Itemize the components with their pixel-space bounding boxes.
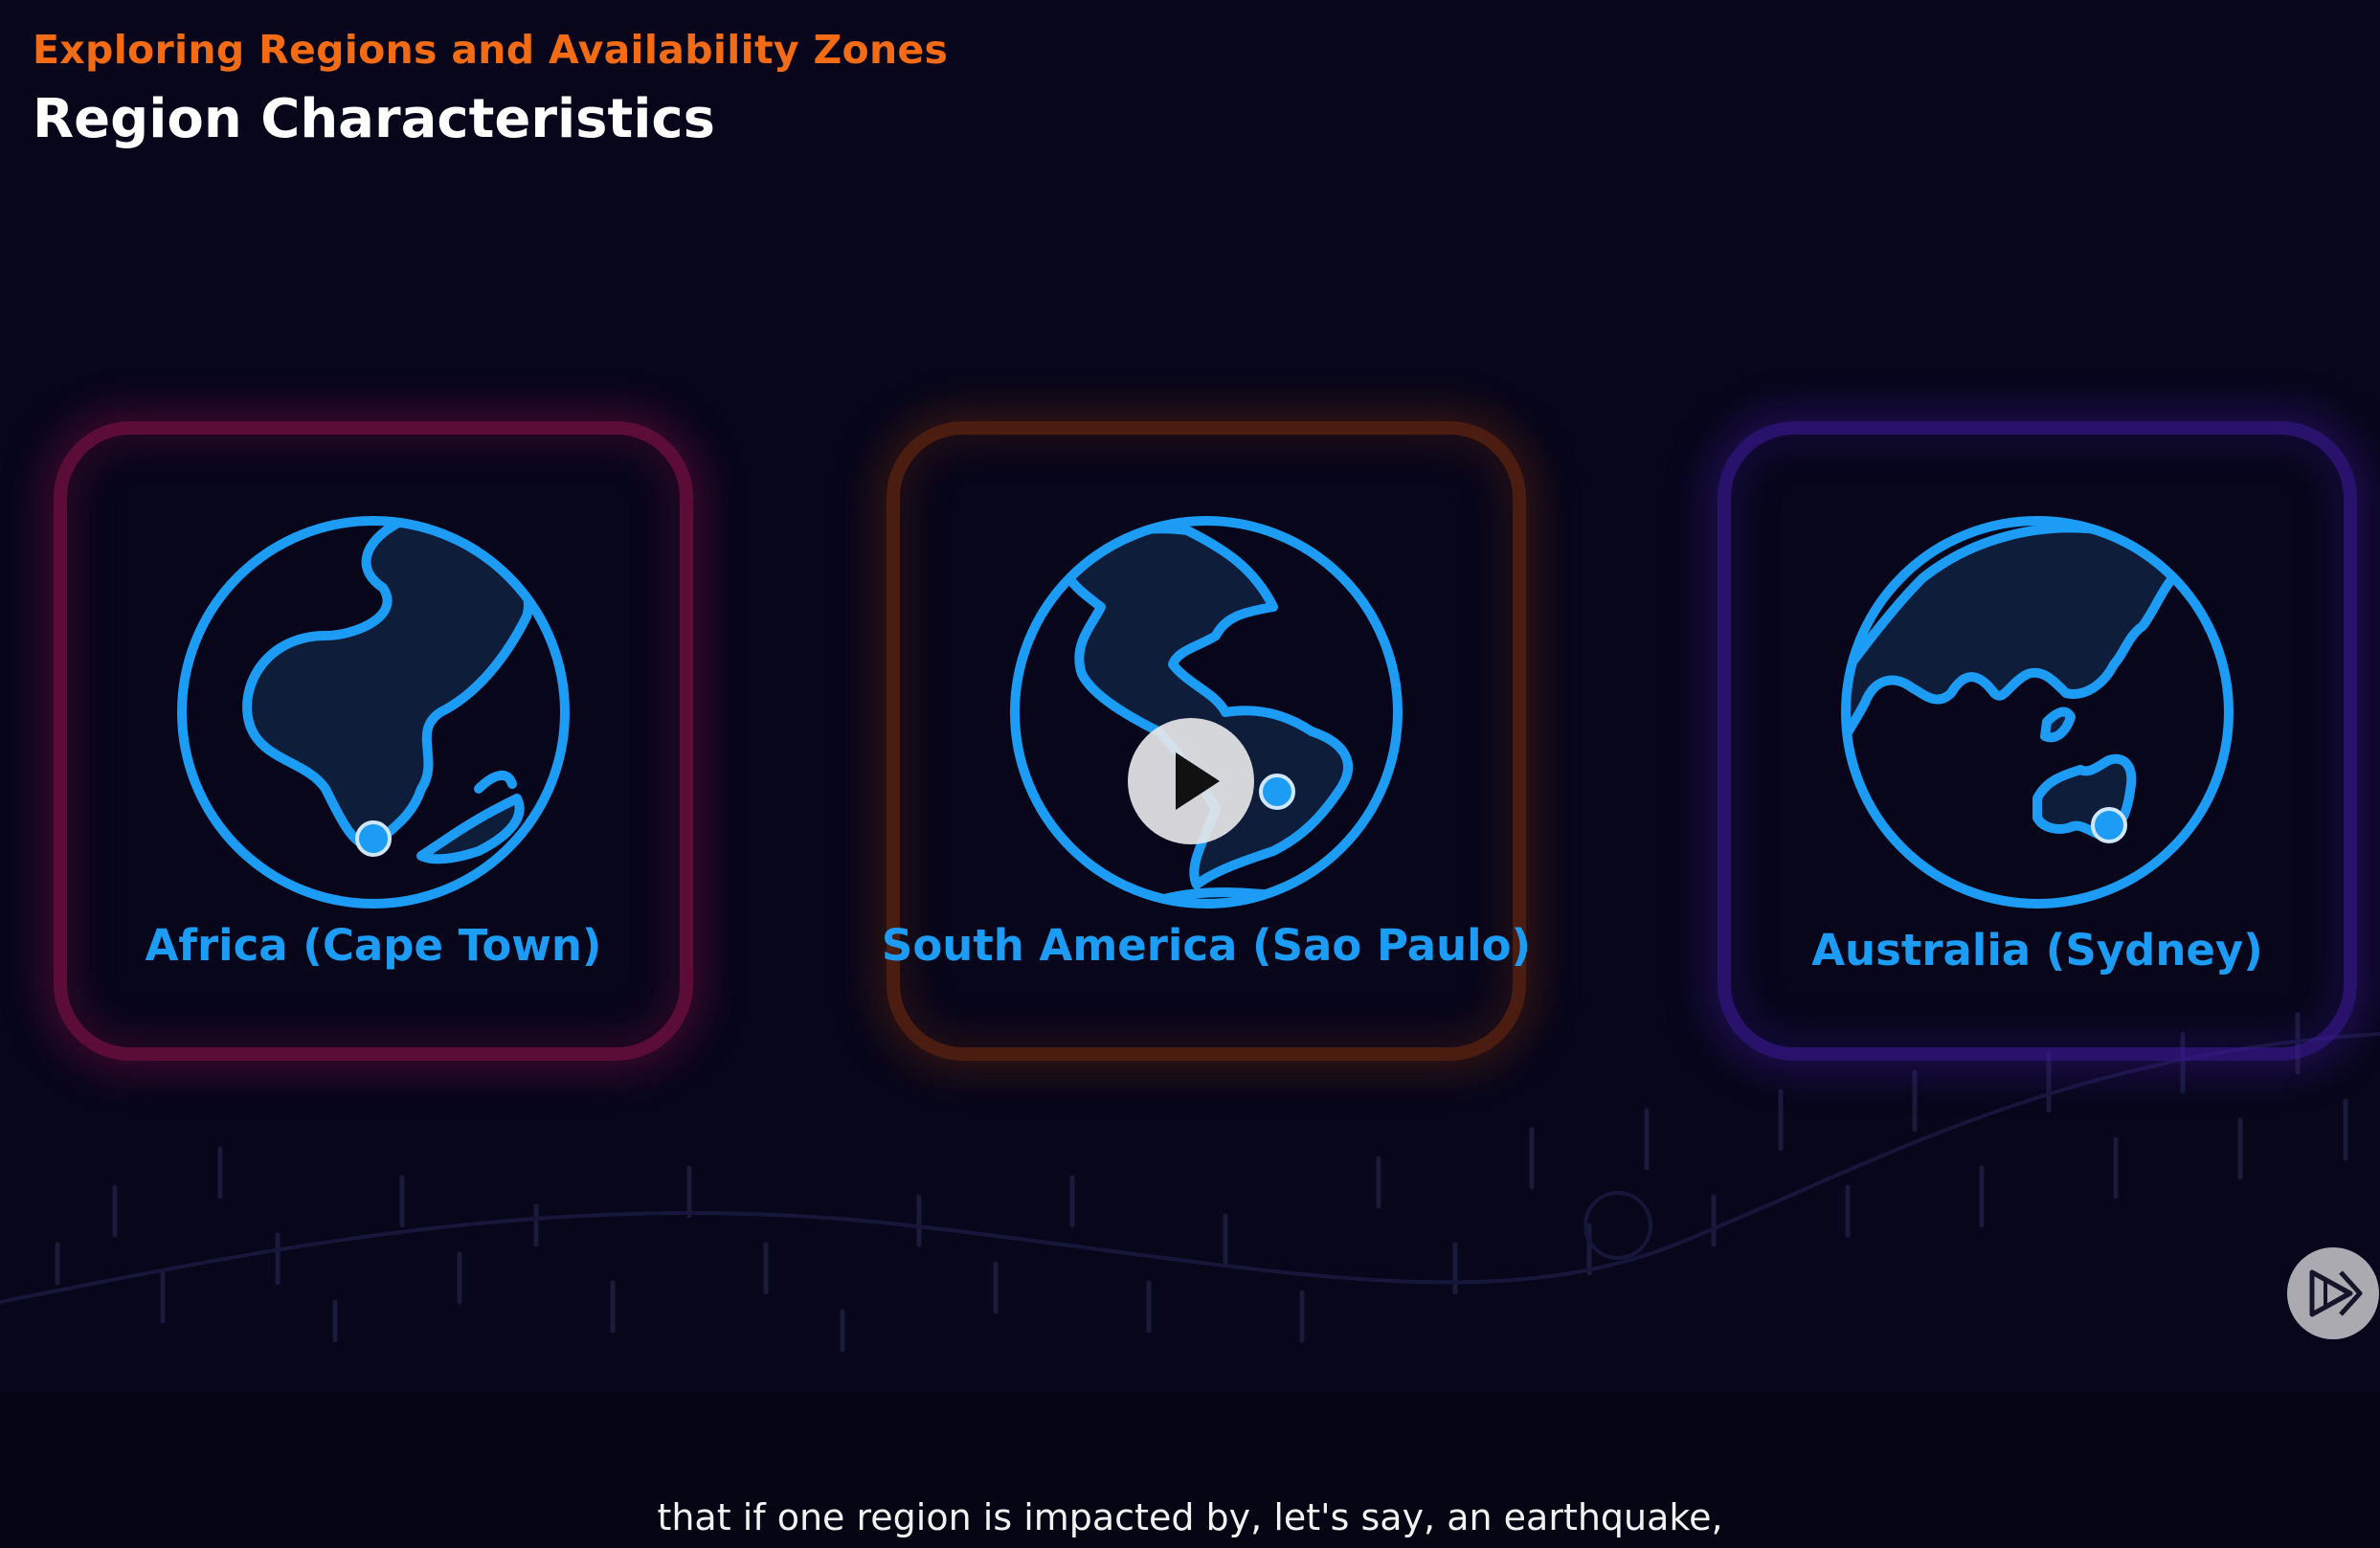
video-frame[interactable]: Exploring Regions and Availability Zones… — [0, 0, 2380, 1393]
region-label-australia: Australia (Sydney) — [1811, 925, 2263, 976]
region-card-australia: Australia (Sydney) — [1718, 421, 2357, 1061]
caption-text: that if one region is impacted by, let's… — [657, 1496, 1723, 1538]
globe-africa-icon — [177, 516, 570, 909]
play-button[interactable] — [1128, 718, 1254, 844]
page-title: Region Characteristics — [33, 88, 715, 150]
region-card-africa: Africa (Cape Town) — [54, 421, 693, 1061]
pluralsight-logo-icon — [2309, 1269, 2363, 1317]
course-section-title: Exploring Regions and Availability Zones — [33, 27, 949, 73]
pluralsight-logo-button[interactable] — [2287, 1247, 2379, 1339]
play-icon — [1176, 752, 1220, 810]
globe-south-america-icon — [1010, 516, 1403, 909]
globe-australia-icon — [1841, 516, 2234, 909]
